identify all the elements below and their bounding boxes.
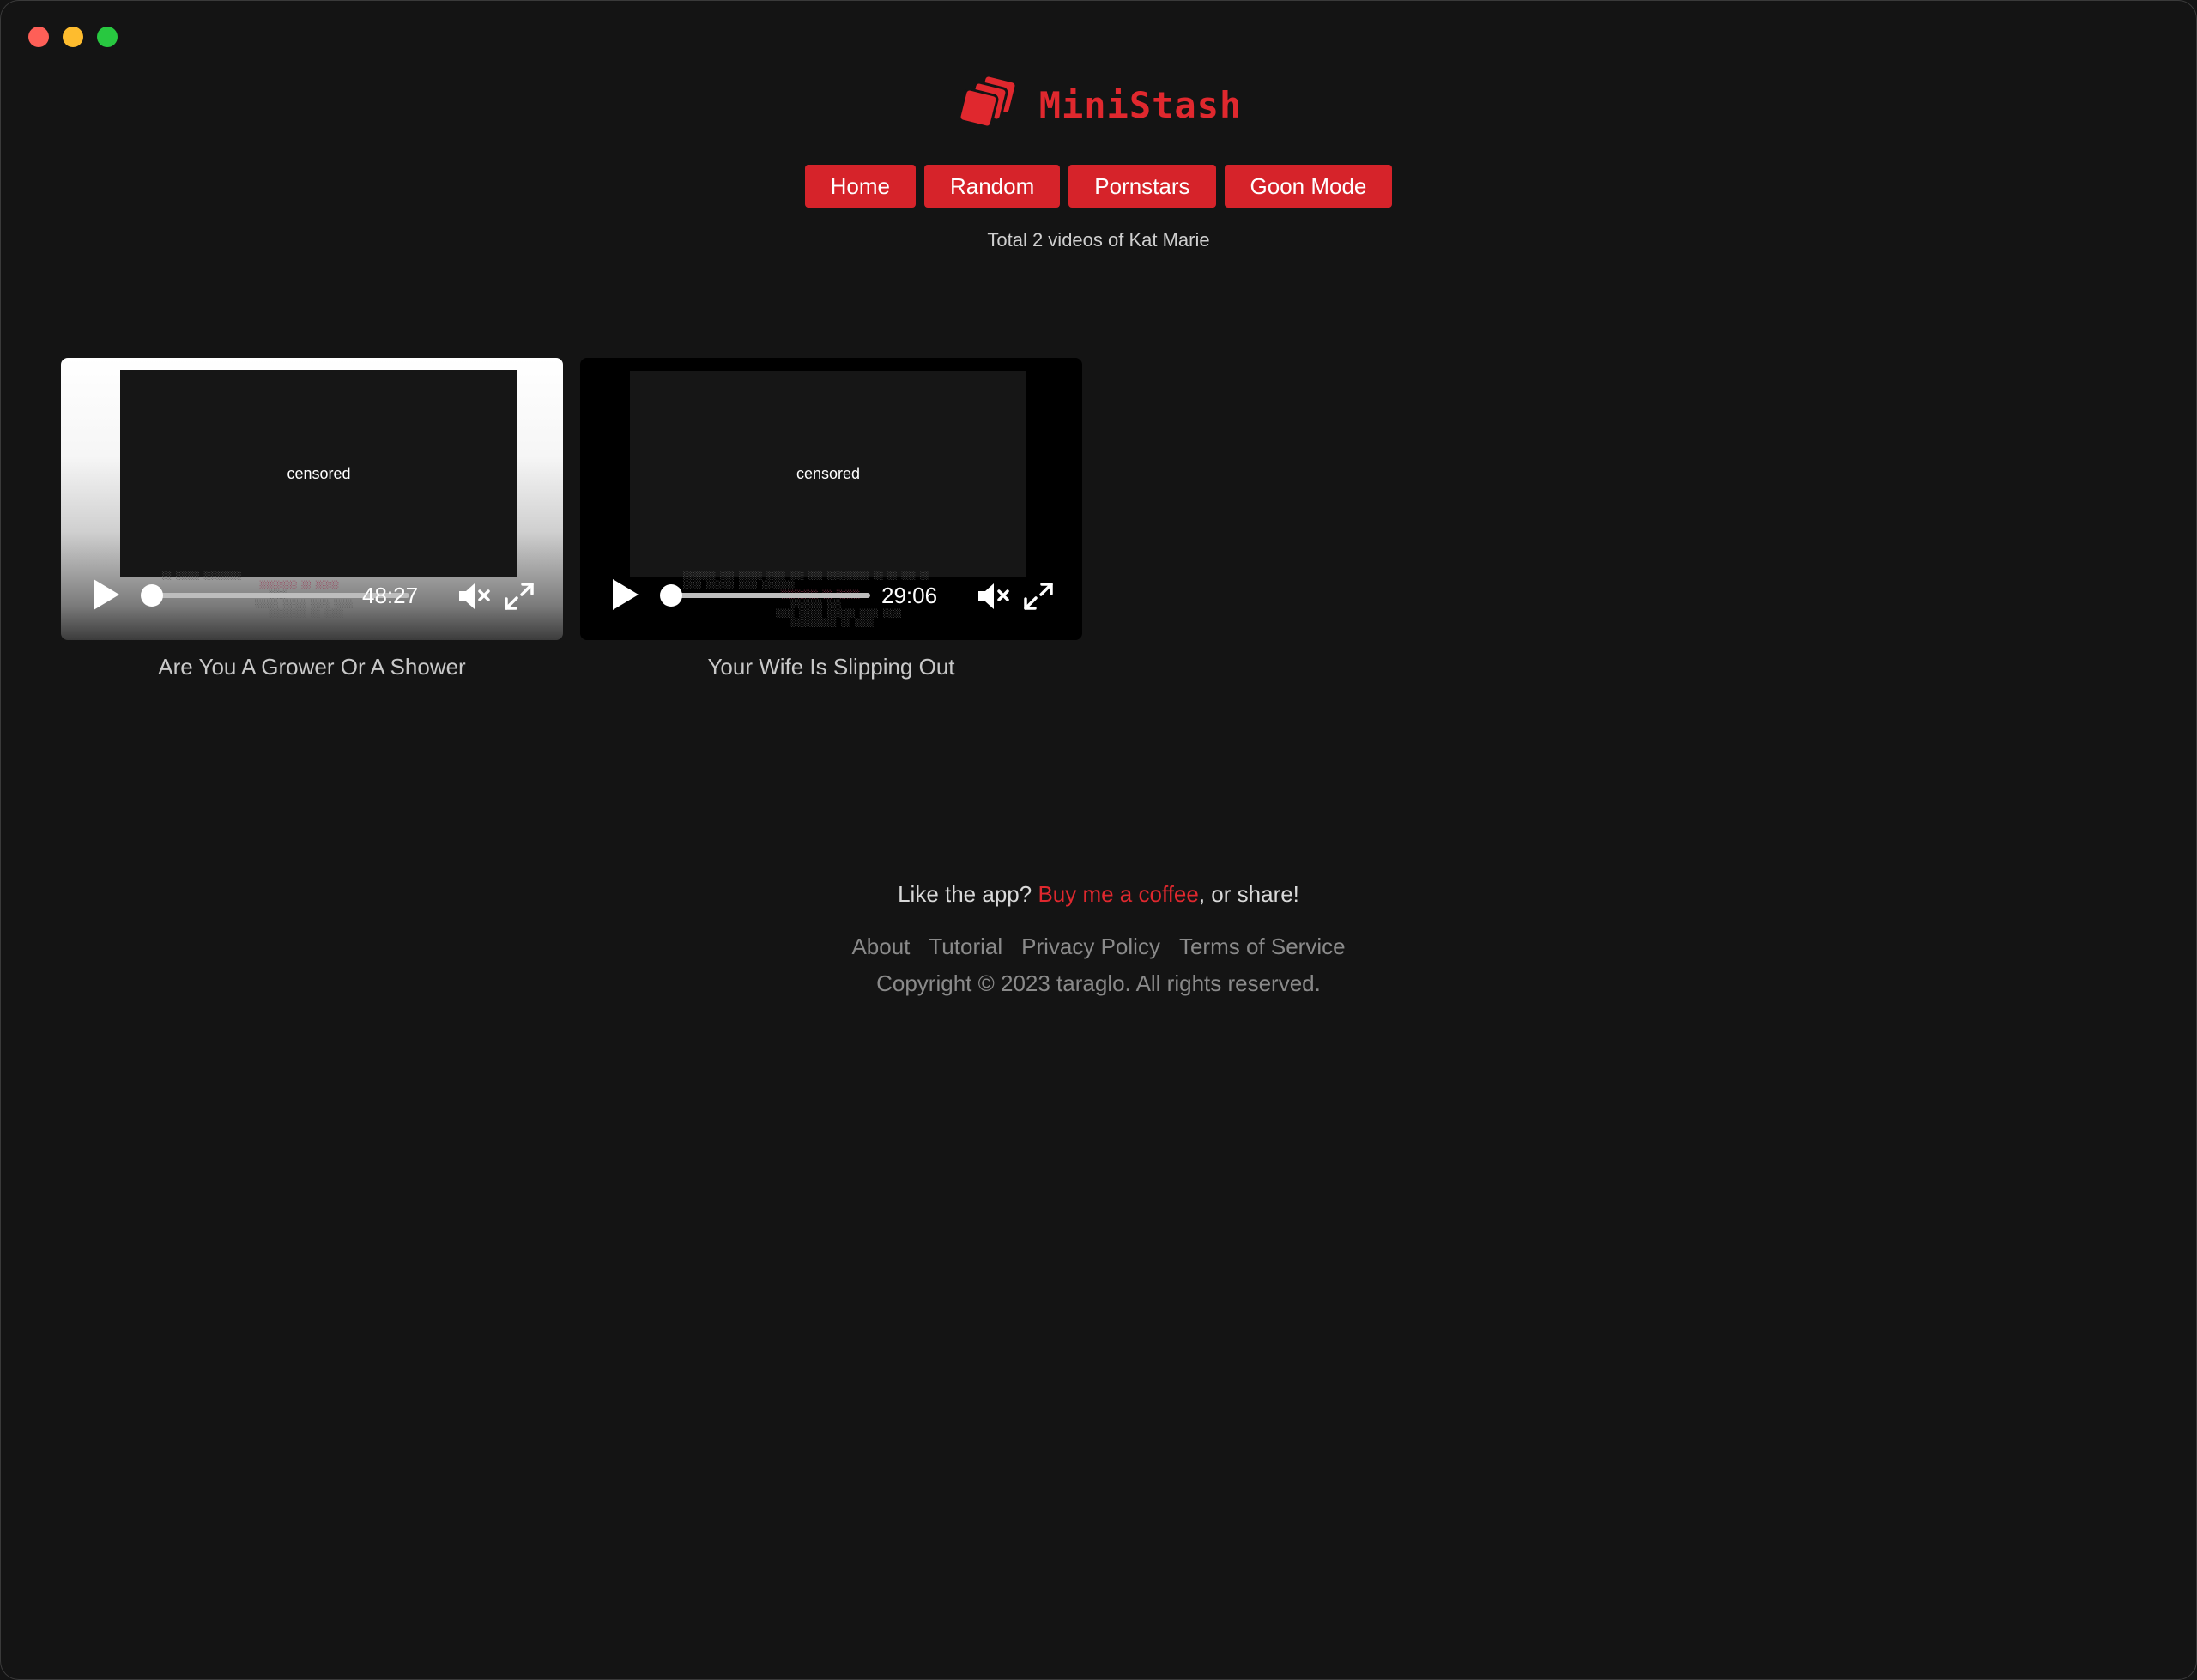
minimize-window-button[interactable] (63, 27, 83, 47)
site-header[interactable]: MiniStash (1, 74, 2196, 136)
close-window-button[interactable] (28, 27, 49, 47)
video-count-text: Total 2 videos of Kat Marie (987, 229, 1210, 251)
footer-links: About Tutorial Privacy Policy Terms of S… (1, 934, 2196, 960)
site-logo-text: MiniStash (1038, 84, 1243, 126)
nav-home-button[interactable]: Home (804, 165, 916, 208)
seek-handle[interactable] (141, 584, 163, 607)
site-footer: Like the app? Buy me a coffee, or share!… (1, 881, 2196, 997)
play-icon[interactable] (613, 579, 639, 610)
nav-pornstars-button[interactable]: Pornstars (1068, 165, 1216, 208)
video-grid: censored ░░ ░░░░░ ░░░░░░░░ ░░░░░░░░ ░░ ░… (61, 358, 1082, 680)
footer-link-tutorial[interactable]: Tutorial (929, 934, 1002, 960)
censored-label: censored (796, 464, 861, 482)
censored-label: censored (287, 464, 351, 482)
video-frame: censored (120, 370, 517, 577)
support-prefix: Like the app? (898, 881, 1038, 907)
window-controls (28, 27, 118, 47)
buy-me-a-coffee-link[interactable]: Buy me a coffee (1038, 881, 1198, 907)
video-player[interactable]: censored ░░░░░░░ ░░░ ░░░░░ ░░░░ ░░░ ░░░ … (580, 358, 1082, 640)
footer-link-privacy-policy[interactable]: Privacy Policy (1021, 934, 1160, 960)
video-player[interactable]: censored ░░ ░░░░░ ░░░░░░░░ ░░░░░░░░ ░░ ░… (61, 358, 563, 640)
video-title[interactable]: Are You A Grower Or A Shower (61, 654, 563, 680)
nav-goon-mode-button[interactable]: Goon Mode (1224, 165, 1393, 208)
maximize-window-button[interactable] (97, 27, 118, 47)
footer-link-about[interactable]: About (851, 934, 910, 960)
video-duration: 29:06 (881, 583, 938, 608)
nav-random-button[interactable]: Random (923, 165, 1061, 208)
footer-link-terms-of-service[interactable]: Terms of Service (1179, 934, 1346, 960)
support-suffix: , or share! (1198, 881, 1299, 907)
seek-bar[interactable] (671, 593, 870, 598)
video-duration: 48:27 (362, 583, 419, 608)
video-frame: censored (630, 371, 1026, 577)
stacked-cards-icon (955, 74, 1022, 136)
seek-handle[interactable] (660, 584, 682, 607)
video-card: censored ░░░░░░░ ░░░ ░░░░░ ░░░░ ░░░ ░░░ … (580, 358, 1082, 680)
video-card: censored ░░ ░░░░░ ░░░░░░░░ ░░░░░░░░ ░░ ░… (61, 358, 563, 680)
play-icon[interactable] (94, 579, 119, 610)
app-window: MiniStash Home Random Pornstars Goon Mod… (0, 0, 2197, 1680)
fullscreen-icon[interactable] (502, 581, 536, 612)
fullscreen-icon[interactable] (1021, 581, 1056, 612)
mute-icon[interactable] (976, 581, 1010, 612)
mute-icon[interactable] (457, 581, 491, 612)
copyright-text: Copyright © 2023 taraglo. All rights res… (876, 970, 1321, 996)
support-message: Like the app? Buy me a coffee, or share! (1, 881, 2196, 908)
main-nav: Home Random Pornstars Goon Mode (1, 165, 2196, 208)
video-title[interactable]: Your Wife Is Slipping Out (580, 654, 1082, 680)
